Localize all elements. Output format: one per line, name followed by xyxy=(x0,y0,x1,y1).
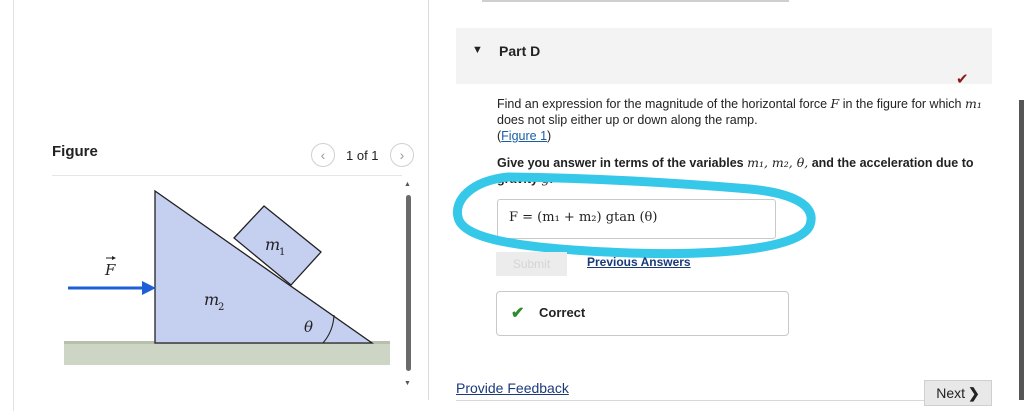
angle-label: θ xyxy=(304,318,313,336)
result-label: Correct xyxy=(539,305,586,320)
figure-link[interactable]: Figure 1 xyxy=(501,129,547,143)
chevron-right-icon: › xyxy=(399,147,405,163)
chevron-right-icon: ❯ xyxy=(968,384,980,401)
chevron-left-icon: ‹ xyxy=(320,147,326,163)
wedge-mass-label: m xyxy=(204,290,219,309)
previous-answers-link[interactable]: Previous Answers xyxy=(587,255,691,269)
block-mass-sub: 1 xyxy=(279,247,285,258)
figure-pager: 1 of 1 xyxy=(346,148,379,163)
checkmark-icon: ✔ xyxy=(956,71,969,88)
footer-divider xyxy=(456,400,992,401)
figure-scrollbar-thumb[interactable] xyxy=(406,195,411,371)
part-title[interactable]: Part D xyxy=(499,43,540,59)
checkmark-icon: ✔ xyxy=(511,305,525,322)
next-button[interactable]: Next ❯ xyxy=(924,380,992,406)
scroll-up-arrow-icon[interactable]: ▲ xyxy=(404,181,411,188)
submit-button[interactable]: Submit xyxy=(496,252,567,276)
prev-figure-button[interactable]: ‹ xyxy=(311,143,335,167)
figure-divider xyxy=(52,175,402,176)
caret-down-icon[interactable]: ▼ xyxy=(472,44,483,56)
window-scrollbar[interactable] xyxy=(1019,100,1024,400)
provide-feedback-link[interactable]: Provide Feedback xyxy=(456,380,569,396)
question-text: Find an expression for the magnitude of … xyxy=(497,96,982,143)
wedge-mass-sub: 2 xyxy=(218,302,224,313)
physics-diagram: F m 1 m 2 θ xyxy=(64,189,390,365)
figure-title: Figure xyxy=(52,143,98,160)
previous-part-edge xyxy=(482,0,789,2)
block-mass-label: m xyxy=(265,235,280,254)
force-label: F xyxy=(104,261,116,279)
page-border xyxy=(13,0,14,411)
next-figure-button[interactable]: › xyxy=(390,143,414,167)
scroll-down-arrow-icon[interactable]: ▼ xyxy=(404,380,411,387)
panel-divider xyxy=(428,0,429,400)
force-arrow-head xyxy=(142,281,156,295)
ground xyxy=(64,343,390,365)
